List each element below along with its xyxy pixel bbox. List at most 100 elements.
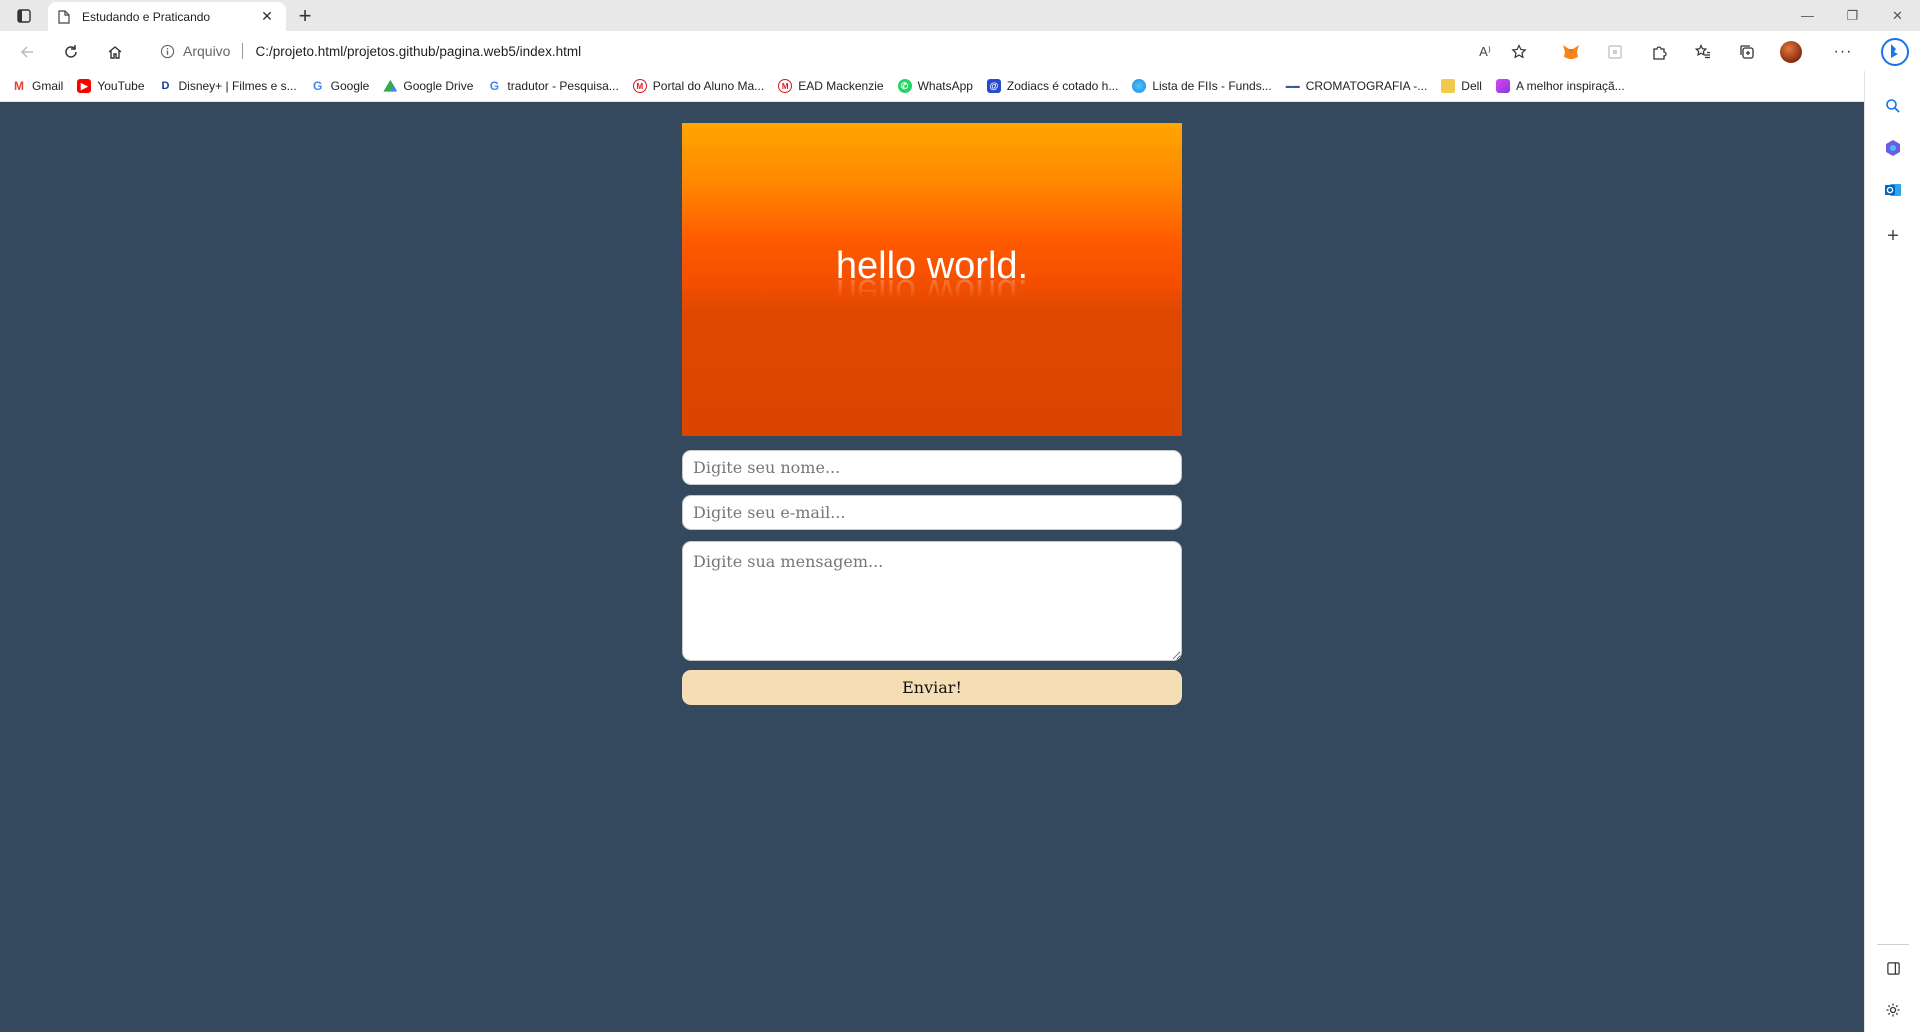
edge-sidebar: + (1864, 71, 1920, 1032)
bookmark-label: tradutor - Pesquisa... (507, 79, 619, 93)
email-input[interactable] (682, 495, 1182, 530)
bookmark-label: Zodiacs é cotado h... (1006, 79, 1119, 93)
bookmark-item[interactable]: ✆ WhatsApp (897, 79, 973, 93)
home-icon (108, 46, 122, 59)
submit-button[interactable]: Enviar! (682, 670, 1182, 705)
bing-copilot-button[interactable] (1878, 35, 1912, 69)
bookmark-item[interactable]: M Gmail (12, 79, 63, 93)
metamask-icon (1563, 45, 1579, 59)
puzzle-icon (1653, 46, 1667, 60)
bookmark-label: YouTube (97, 79, 145, 93)
bookmark-label: Dell (1461, 79, 1482, 93)
address-bar[interactable]: Arquivo C:/projeto.html/projetos.github/… (146, 36, 1530, 66)
extension-box-icon (1608, 45, 1622, 59)
collections-button[interactable] (1732, 37, 1762, 67)
gear-icon (1886, 1003, 1900, 1017)
minimize-button[interactable]: — (1785, 0, 1830, 31)
close-tab-icon[interactable]: ✕ (258, 8, 276, 26)
sidebar-outlook-button[interactable] (1878, 175, 1908, 205)
google-icon: G (310, 79, 325, 93)
gmail-icon: M (12, 79, 26, 93)
tab-actions-icon (17, 9, 31, 23)
url-text[interactable]: C:/projeto.html/projetos.github/pagina.w… (255, 44, 581, 59)
back-button[interactable] (12, 37, 42, 67)
restore-button[interactable]: ❐ (1830, 0, 1875, 31)
bookmark-item[interactable]: G Google (310, 79, 370, 93)
bookmark-item[interactable]: @ Zodiacs é cotado h... (986, 79, 1119, 93)
tab-actions-button[interactable] (8, 3, 40, 29)
name-input[interactable] (682, 450, 1182, 485)
bookmark-item[interactable]: ▬▬ CROMATOGRAFIA -... (1285, 79, 1427, 93)
more-icon: ··· (1833, 43, 1853, 60)
inspiration-icon (1495, 79, 1510, 93)
profile-button[interactable] (1776, 37, 1806, 67)
bookmark-label: Disney+ | Filmes e s... (178, 79, 297, 93)
zodiacs-icon: @ (986, 79, 1001, 93)
sidebar-separator (1877, 944, 1909, 945)
favorites-icon (1695, 44, 1710, 59)
site-info-label: Arquivo (183, 43, 231, 59)
title-bar: Estudando e Praticando ✕ + — ❐ ✕ (0, 0, 1920, 31)
back-arrow-icon (20, 46, 33, 58)
bookmark-label: Portal do Aluno Ma... (652, 79, 765, 93)
new-tab-button[interactable]: + (292, 3, 318, 28)
disney-icon: D (158, 79, 173, 93)
bookmark-item[interactable]: Google Drive (383, 79, 473, 93)
page-icon (58, 9, 70, 24)
bookmark-item[interactable]: G tradutor - Pesquisa... (487, 79, 619, 93)
google-drive-icon (383, 79, 398, 92)
sidebar-search-button[interactable] (1878, 91, 1908, 121)
bing-icon (1881, 38, 1909, 66)
tab-title: Estudando e Praticando (82, 9, 211, 24)
search-icon (1886, 99, 1900, 113)
favorites-button[interactable] (1688, 37, 1718, 67)
hero-banner: hello world. hello world. (682, 123, 1182, 436)
address-separator (242, 43, 244, 59)
add-favorite-button[interactable] (1504, 37, 1534, 67)
bookmark-label: WhatsApp (917, 79, 973, 93)
sidebar-hide-button[interactable] (1878, 953, 1908, 983)
bookmark-item[interactable]: A melhor inspiraçã... (1495, 79, 1625, 93)
bookmark-label: Gmail (32, 79, 64, 93)
read-aloud-button[interactable]: A⁾ (1470, 37, 1500, 67)
home-button[interactable] (100, 37, 130, 67)
mackenzie-icon: M (778, 79, 793, 93)
cromatografia-icon: ▬▬ (1285, 79, 1300, 93)
bookmark-item[interactable]: Lista de FIIs - Funds... (1132, 79, 1272, 93)
reload-icon (65, 45, 77, 58)
google-icon: G (487, 79, 502, 93)
bookmark-item[interactable]: M EAD Mackenzie (778, 79, 884, 93)
bookmark-label: Google (330, 79, 370, 93)
bookmark-item[interactable]: Dell (1441, 79, 1482, 93)
sidebar-settings-button[interactable] (1878, 995, 1908, 1025)
bookmark-label: EAD Mackenzie (798, 79, 884, 93)
bookmark-item[interactable]: M Portal do Aluno Ma... (632, 79, 765, 93)
window-controls: — ❐ ✕ (1785, 0, 1920, 31)
extensions-button[interactable] (1644, 37, 1674, 67)
browser-toolbar: Arquivo C:/projeto.html/projetos.github/… (0, 31, 1920, 71)
folder-icon (1441, 79, 1456, 93)
info-icon (160, 44, 175, 58)
plus-icon: + (1887, 224, 1899, 247)
close-window-button[interactable]: ✕ (1875, 0, 1920, 31)
youtube-icon: ▶ (77, 79, 92, 93)
bookmark-label: Google Drive (403, 79, 474, 93)
active-tab[interactable]: Estudando e Praticando ✕ (48, 2, 286, 31)
bookmarks-bar: M Gmail ▶ YouTube D Disney+ | Filmes e s… (0, 71, 1864, 102)
sidebar-add-button[interactable]: + (1878, 221, 1908, 251)
site-info-button[interactable]: Arquivo (160, 43, 230, 59)
mackenzie-icon: M (632, 79, 647, 93)
extension-button[interactable] (1600, 37, 1630, 67)
read-aloud-icon: A⁾ (1479, 44, 1491, 59)
bookmark-label: Lista de FIIs - Funds... (1152, 79, 1272, 93)
panel-icon (1886, 961, 1900, 975)
message-textarea[interactable] (682, 541, 1182, 661)
settings-more-button[interactable]: ··· (1828, 37, 1858, 67)
metamask-extension-button[interactable] (1556, 37, 1586, 67)
reload-button[interactable] (56, 37, 86, 67)
discover-icon (1886, 140, 1900, 156)
sidebar-discover-button[interactable] (1878, 133, 1908, 163)
bookmark-item[interactable]: ▶ YouTube (77, 79, 145, 93)
funds-icon (1132, 79, 1147, 93)
bookmark-item[interactable]: D Disney+ | Filmes e s... (158, 79, 297, 93)
